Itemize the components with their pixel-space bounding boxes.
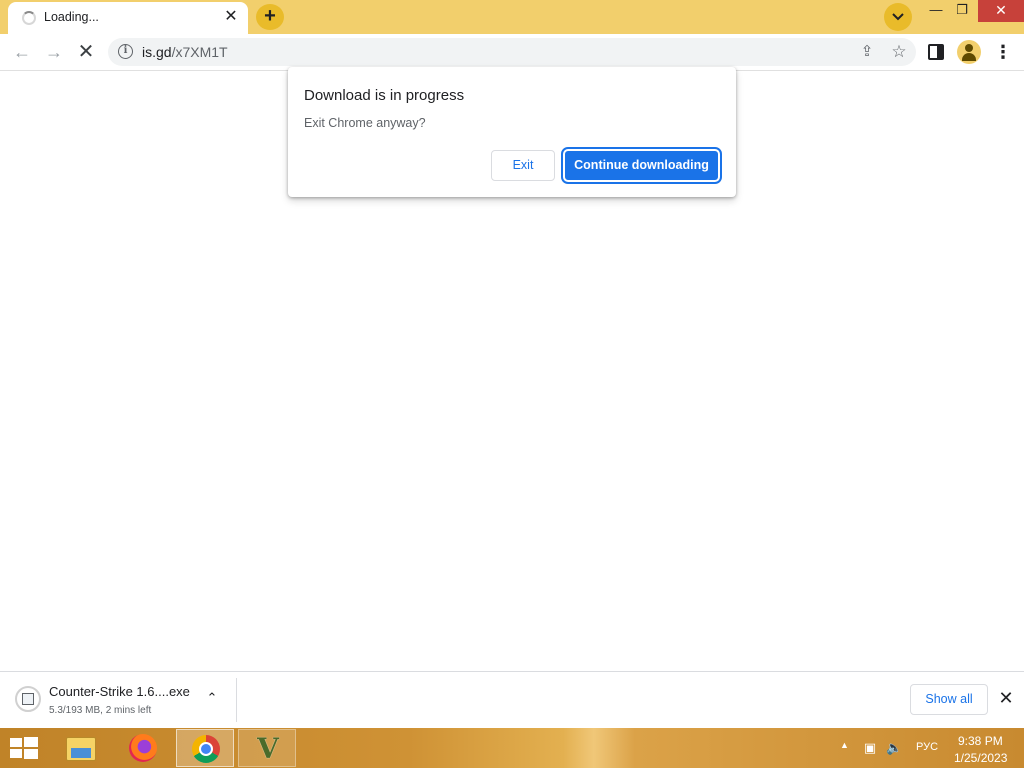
- tab-title: Loading...: [44, 10, 99, 24]
- volume-icon[interactable]: 🔈: [886, 740, 902, 756]
- stop-loading-button[interactable]: ✕: [72, 38, 100, 66]
- avatar-body: [962, 53, 976, 61]
- shelf-divider: [236, 678, 237, 722]
- chrome-icon: [192, 735, 220, 763]
- continue-downloading-button[interactable]: Continue downloading: [561, 147, 722, 184]
- download-status: 5.3/193 MB, 2 mins left: [49, 705, 152, 716]
- language-indicator[interactable]: РУС: [916, 741, 938, 753]
- download-shelf: Counter-Strike 1.6....exe 5.3/193 MB, 2 …: [0, 671, 1024, 728]
- tab-active[interactable]: Loading... ✕: [8, 2, 248, 34]
- taskbar-firefox[interactable]: [114, 729, 172, 767]
- site-info-icon[interactable]: i: [118, 44, 133, 59]
- browser-toolbar: ← → ✕ i is.gd/x7XM1T ⇪ ☆ ⋮: [0, 34, 1024, 71]
- close-shelf-icon[interactable]: ✕: [996, 688, 1016, 708]
- chevron-down-icon: [892, 13, 904, 21]
- new-tab-button[interactable]: +: [256, 4, 284, 30]
- tab-search-button[interactable]: [884, 3, 912, 31]
- gta-v-icon: V: [257, 732, 279, 765]
- tab-close-icon[interactable]: ✕: [222, 8, 240, 26]
- folder-icon: [66, 737, 96, 761]
- window-close-button[interactable]: ✕: [978, 0, 1024, 22]
- show-all-button[interactable]: Show all: [910, 684, 988, 715]
- back-button[interactable]: ←: [8, 38, 36, 66]
- avatar-head: [965, 44, 973, 52]
- dialog-message: Exit Chrome anyway?: [304, 116, 426, 130]
- exit-button[interactable]: Exit: [491, 150, 555, 181]
- url-path: /x7XM1T: [171, 44, 228, 60]
- start-logo-pane: [24, 749, 38, 759]
- taskbar: V ▲ ▣ 🔈 РУС 9:38 PM 1/25/2023: [0, 728, 1024, 768]
- restore-button[interactable]: ❐: [947, 0, 977, 22]
- side-panel-icon[interactable]: [928, 44, 944, 60]
- start-logo-pane: [10, 749, 22, 758]
- firefox-icon: [129, 734, 157, 762]
- download-in-progress-dialog: Download is in progress Exit Chrome anyw…: [288, 67, 736, 197]
- taskbar-chrome[interactable]: [176, 729, 234, 767]
- network-icon[interactable]: ▣: [862, 740, 878, 756]
- download-progress-icon[interactable]: [15, 686, 41, 712]
- start-logo-pane: [10, 738, 22, 747]
- start-logo-pane: [24, 737, 38, 747]
- taskbar-file-explorer[interactable]: [52, 729, 110, 767]
- tab-strip: Loading... ✕ + — ❐ ✕: [0, 0, 1024, 34]
- loading-spinner-icon: [22, 11, 36, 25]
- dialog-title: Download is in progress: [304, 87, 465, 104]
- url-host: is.gd: [142, 44, 172, 60]
- chevron-up-icon[interactable]: ⌃: [202, 688, 222, 708]
- more-menu-icon[interactable]: ⋮: [994, 40, 1012, 64]
- share-icon[interactable]: ⇪: [858, 43, 876, 61]
- clock-date[interactable]: 1/25/2023: [954, 751, 1007, 765]
- url-text[interactable]: is.gd/x7XM1T: [142, 44, 228, 60]
- file-icon: [22, 693, 34, 705]
- windows-start-button[interactable]: [10, 737, 38, 759]
- clock-time[interactable]: 9:38 PM: [958, 734, 1003, 748]
- forward-button[interactable]: →: [40, 38, 68, 66]
- tray-chevron-up-icon[interactable]: ▲: [840, 740, 849, 750]
- bookmark-star-icon[interactable]: ☆: [890, 43, 908, 61]
- taskbar-gta-v[interactable]: V: [238, 729, 296, 767]
- address-bar[interactable]: i is.gd/x7XM1T ⇪ ☆: [108, 38, 916, 66]
- download-file-name[interactable]: Counter-Strike 1.6....exe: [49, 684, 190, 699]
- profile-avatar[interactable]: [957, 40, 981, 64]
